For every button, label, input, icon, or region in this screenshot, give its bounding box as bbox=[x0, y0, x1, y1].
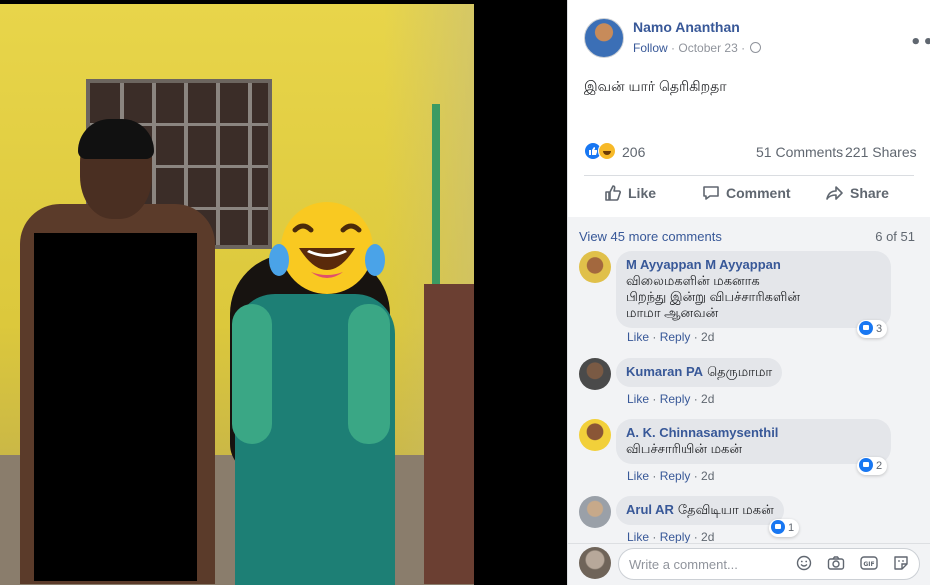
meta-separator: · bbox=[671, 41, 676, 55]
comment-bubble: M Ayyappan M Ayyappan விலைமகளின் மகனாக ப… bbox=[616, 251, 891, 328]
censor-block bbox=[34, 233, 197, 581]
like-reaction-icon bbox=[859, 458, 873, 472]
comment-icon bbox=[703, 186, 719, 200]
comment-bubble: Kumaran PA தெருமாமா bbox=[616, 358, 783, 387]
commenter-avatar[interactable] bbox=[579, 358, 611, 390]
commenter-avatar[interactable] bbox=[579, 496, 611, 528]
thumbs-up-icon bbox=[605, 185, 621, 201]
comment-reaction-count: 1 bbox=[788, 522, 795, 534]
comment-reaction-badge[interactable]: 1 bbox=[769, 519, 800, 537]
like-button[interactable]: Like bbox=[604, 184, 656, 202]
comments-section: View 45 more comments 6 of 51 M Ayyappan… bbox=[568, 217, 930, 543]
comment-count[interactable]: 51 Comments bbox=[756, 144, 843, 160]
like-label: Like bbox=[628, 185, 657, 201]
comment-reply-link[interactable]: Reply bbox=[660, 530, 691, 543]
share-count[interactable]: 221 Shares bbox=[845, 144, 917, 160]
reaction-count[interactable]: 206 bbox=[622, 144, 645, 160]
post-photo[interactable] bbox=[0, 4, 474, 585]
laughing-emoji-icon bbox=[269, 202, 385, 294]
photo-viewer[interactable] bbox=[0, 0, 567, 585]
photo-cloth bbox=[424, 284, 474, 584]
comment-like-link[interactable]: Like bbox=[627, 469, 649, 483]
more-options-icon[interactable]: ••• bbox=[910, 34, 930, 52]
post-text: இவன் யார் தெரிகிறதா bbox=[584, 78, 727, 94]
post-date[interactable]: October 23 bbox=[678, 41, 737, 55]
comment-meta: Like · Reply · 2d bbox=[627, 392, 715, 406]
share-label: Share bbox=[850, 185, 889, 201]
comment-text-line: விலைமகளின் மகனாக bbox=[626, 273, 760, 288]
divider-top bbox=[584, 175, 914, 176]
commenter-name[interactable]: A. K. Chinnasamysenthil bbox=[626, 425, 778, 440]
current-user-avatar[interactable] bbox=[579, 547, 611, 579]
comment-age[interactable]: 2d bbox=[701, 330, 714, 344]
comment-button[interactable]: Comment bbox=[702, 184, 791, 202]
photo-woman-arm-left bbox=[232, 304, 272, 444]
svg-text:GIF: GIF bbox=[863, 561, 874, 568]
comment-like-link[interactable]: Like bbox=[627, 392, 649, 406]
comment-age[interactable]: 2d bbox=[701, 530, 714, 543]
emoji-icon[interactable] bbox=[796, 555, 812, 575]
author-name[interactable]: Namo Ananthan bbox=[633, 19, 740, 35]
comment-age[interactable]: 2d bbox=[701, 469, 714, 483]
comment-text-line: பிறந்து இன்று விபச்சாரிகளின் bbox=[626, 289, 800, 304]
comment-reply-link[interactable]: Reply bbox=[660, 469, 691, 483]
comment-reaction-count: 2 bbox=[876, 460, 883, 472]
comment-bubble: A. K. Chinnasamysenthil விபச்சாரியின் மக… bbox=[616, 419, 891, 464]
commenter-name[interactable]: Arul AR bbox=[626, 502, 674, 517]
photo-woman-arm-right bbox=[348, 304, 390, 444]
comment-reply-link[interactable]: Reply bbox=[660, 330, 691, 344]
author-meta: Follow · October 23 · bbox=[633, 41, 762, 55]
comment-reply-link[interactable]: Reply bbox=[660, 392, 691, 406]
comment-text: தேவிடியா மகன் bbox=[677, 502, 774, 517]
haha-reaction-icon bbox=[598, 142, 616, 160]
comment-text: தெருமாமா bbox=[707, 364, 773, 379]
comment-meta: Like · Reply · 2d bbox=[627, 530, 715, 543]
post-actions: Like Comment Share bbox=[584, 177, 914, 211]
like-reaction-icon bbox=[859, 321, 873, 335]
comment-like-link[interactable]: Like bbox=[627, 530, 649, 543]
post-header: Namo Ananthan Follow · October 23 · ••• bbox=[584, 16, 930, 60]
camera-icon[interactable] bbox=[827, 555, 845, 575]
reaction-summary[interactable]: 206 51 Comments 221 Shares bbox=[584, 141, 917, 163]
comment-reaction-count: 3 bbox=[876, 323, 883, 335]
like-reaction-icon bbox=[771, 520, 785, 534]
comment-age[interactable]: 2d bbox=[701, 392, 714, 406]
sticker-icon[interactable] bbox=[893, 555, 909, 575]
comment-like-link[interactable]: Like bbox=[627, 330, 649, 344]
share-icon bbox=[826, 186, 843, 200]
post-panel: Namo Ananthan Follow · October 23 · ••• … bbox=[567, 0, 930, 585]
follow-link[interactable]: Follow bbox=[633, 41, 668, 55]
globe-icon bbox=[750, 42, 762, 53]
gif-icon[interactable]: GIF bbox=[860, 555, 878, 575]
commenter-name[interactable]: M Ayyappan M Ayyappan bbox=[626, 257, 781, 272]
comment-meta: Like · Reply · 2d bbox=[627, 469, 715, 483]
comment-label: Comment bbox=[726, 185, 791, 201]
write-comment-row: Write a comment... GIF bbox=[568, 543, 930, 585]
commenter-name[interactable]: Kumaran PA bbox=[626, 364, 703, 379]
share-button[interactable]: Share bbox=[826, 184, 889, 202]
comment-text: விபச்சாரியின் மகன் bbox=[626, 441, 742, 456]
meta-separator-2: · bbox=[741, 41, 746, 55]
author-avatar[interactable] bbox=[584, 18, 624, 58]
comment-bubble: Arul AR தேவிடியா மகன் bbox=[616, 496, 784, 525]
commenter-avatar[interactable] bbox=[579, 251, 611, 283]
view-more-comments-link[interactable]: View 45 more comments bbox=[579, 229, 722, 244]
comment-tools: GIF bbox=[786, 555, 909, 571]
comment-text-line: மாமா ஆனவன் bbox=[626, 305, 719, 320]
comment-reaction-badge[interactable]: 3 bbox=[857, 320, 888, 338]
comment-reaction-badge[interactable]: 2 bbox=[857, 457, 888, 475]
comments-pager: 6 of 51 bbox=[875, 229, 915, 244]
commenter-avatar[interactable] bbox=[579, 419, 611, 451]
comment-meta: Like · Reply · 2d bbox=[627, 330, 715, 344]
